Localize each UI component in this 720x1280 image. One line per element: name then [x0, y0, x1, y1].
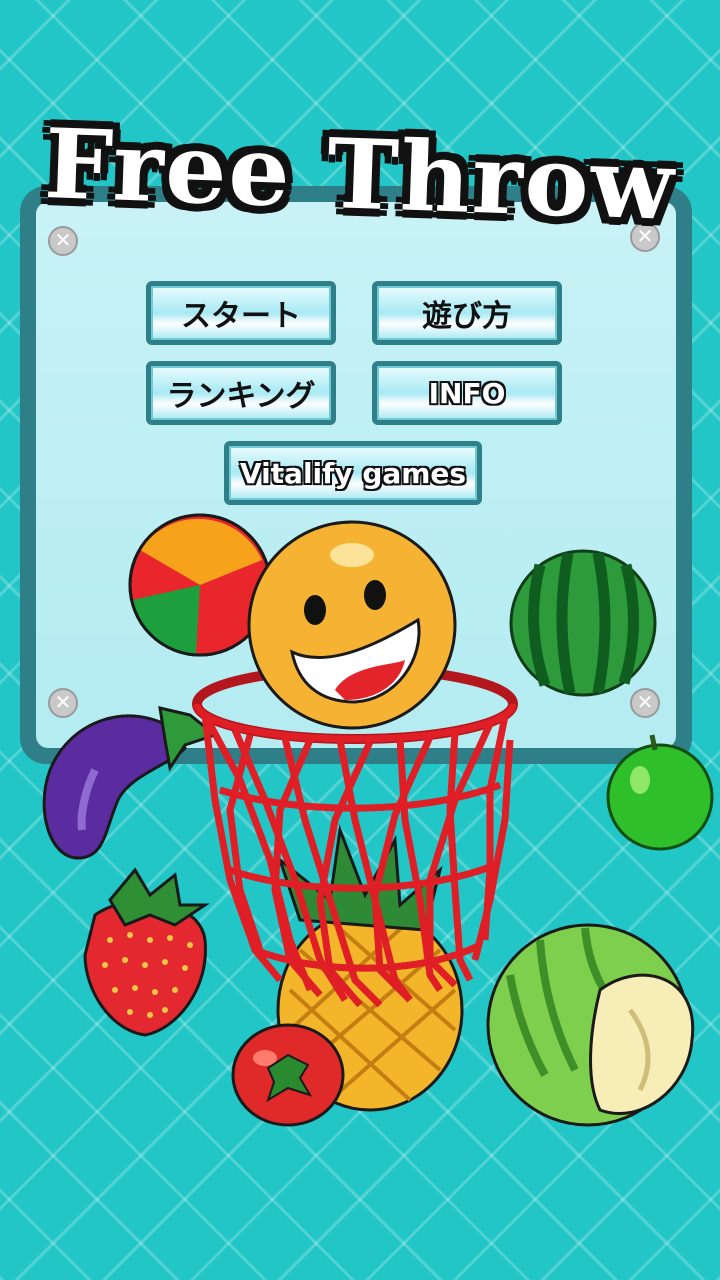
fruit-scene	[42, 513, 714, 1127]
cabbage-icon	[486, 923, 695, 1127]
smiley-ball-icon	[247, 520, 457, 730]
watermelon-icon	[509, 549, 657, 697]
eggplant-icon	[42, 706, 219, 860]
tomato-icon	[231, 1023, 345, 1127]
green-apple-icon	[606, 734, 714, 851]
strawberry-icon	[83, 867, 210, 1037]
